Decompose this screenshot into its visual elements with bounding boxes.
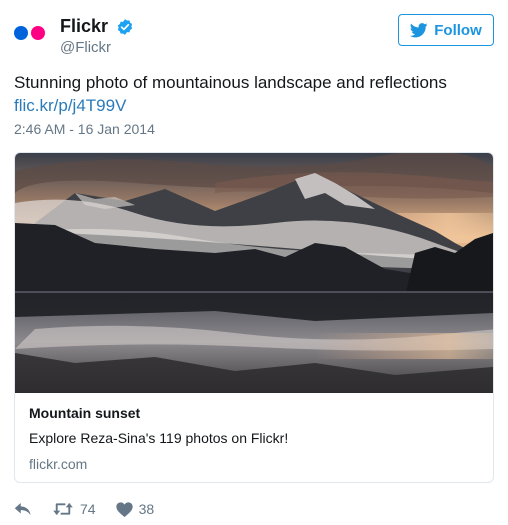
like-count: 38 xyxy=(138,501,155,517)
tweet-text: Stunning photo of mountainous landscape … xyxy=(14,73,447,92)
card-image[interactable] xyxy=(15,153,493,393)
account-names: Flickr @Flickr xyxy=(60,16,134,56)
flickr-logo-avatar[interactable] xyxy=(14,23,52,43)
tweet-header: Flickr @Flickr Follow xyxy=(14,14,494,56)
tweet-link[interactable]: flic.kr/p/j4T99V xyxy=(14,95,126,117)
account-handle[interactable]: @Flickr xyxy=(60,39,134,56)
card-title: Mountain sunset xyxy=(29,405,141,421)
link-card[interactable]: Mountain sunset Explore Reza-Sina's 119 … xyxy=(14,152,494,483)
like-button[interactable]: 38 xyxy=(115,501,155,517)
tweet-timestamp[interactable]: 2:46 AM - 16 Jan 2014 xyxy=(14,121,155,137)
card-domain: flickr.com xyxy=(29,456,88,472)
twitter-bird-icon xyxy=(410,22,428,37)
tweet-actions: 74 38 xyxy=(14,498,174,520)
follow-button[interactable]: Follow xyxy=(398,14,494,46)
reply-button[interactable] xyxy=(14,501,32,517)
retweet-icon xyxy=(53,503,73,515)
card-description: Explore Reza-Sina's 119 photos on Flickr… xyxy=(29,430,289,446)
display-name[interactable]: Flickr xyxy=(60,16,108,37)
follow-button-label: Follow xyxy=(434,21,482,39)
flickr-pink-dot xyxy=(31,26,45,40)
flickr-blue-dot xyxy=(14,26,28,40)
verified-badge-icon xyxy=(118,18,133,35)
retweet-count: 74 xyxy=(80,501,96,517)
retweet-button[interactable]: 74 xyxy=(52,501,96,517)
reply-icon xyxy=(14,503,31,515)
heart-icon xyxy=(115,501,133,517)
